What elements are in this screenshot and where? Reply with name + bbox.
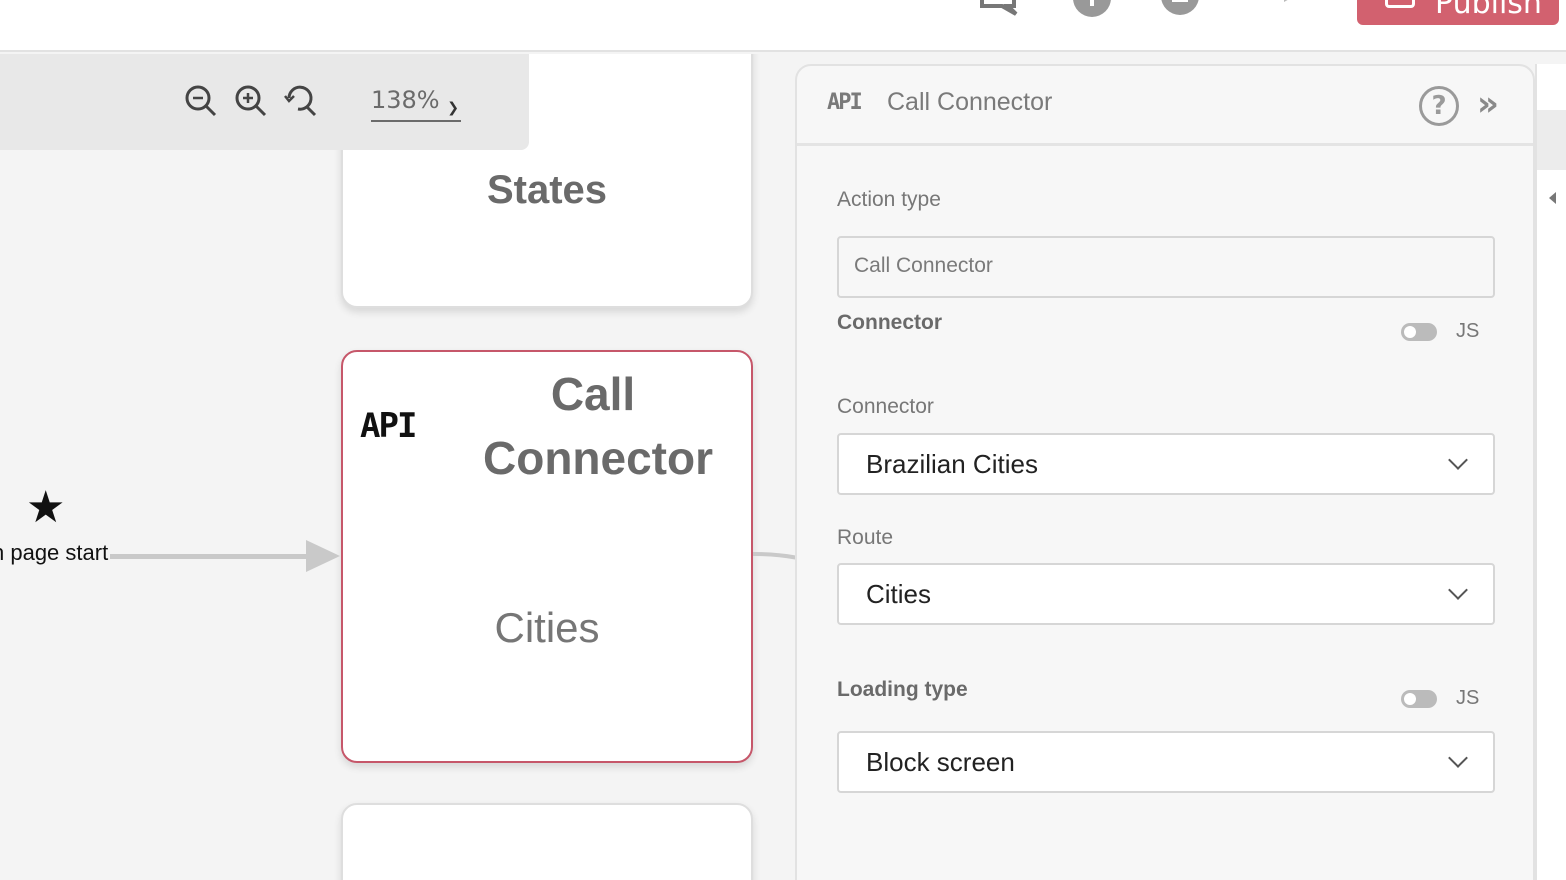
route-label: Route: [837, 526, 894, 549]
zoom-level-value: 138%: [371, 86, 440, 114]
api-icon: API: [827, 90, 863, 115]
top-toolbar: Publish: [0, 0, 1566, 52]
loading-type-select[interactable]: Block screen: [837, 731, 1495, 793]
route-select-value: Cities: [866, 579, 932, 609]
loading-js-toggle[interactable]: [1401, 690, 1437, 708]
comment-icon[interactable]: [980, 0, 1020, 18]
flow-arrow-head: [306, 540, 340, 572]
chevron-down-icon: ❯: [447, 100, 459, 116]
connector-select[interactable]: Brazilian Cities: [837, 433, 1495, 495]
action-type-label: Action type: [837, 188, 941, 211]
flow-node-call-connector[interactable]: API Call Connector Cities: [341, 350, 753, 763]
collapse-panel-icon[interactable]: »: [1477, 84, 1499, 124]
publish-button[interactable]: Publish: [1357, 0, 1559, 25]
star-icon: ★: [26, 482, 66, 533]
info-icon[interactable]: [1072, 0, 1112, 18]
connector-js-toggle[interactable]: [1401, 323, 1437, 341]
flow-canvas[interactable]: States API Call Connector Cities ★ n pag…: [0, 54, 795, 880]
flow-connector-line: [110, 554, 310, 559]
help-icon[interactable]: ?: [1419, 86, 1459, 126]
loading-js-label: JS: [1456, 687, 1480, 709]
zoom-out-icon[interactable]: [184, 84, 218, 118]
api-icon: API: [360, 406, 417, 446]
zoom-in-icon[interactable]: [234, 84, 268, 118]
chevron-down-icon: [1448, 580, 1468, 600]
stop-icon[interactable]: [1160, 0, 1200, 18]
action-type-field: Call Connector: [837, 236, 1495, 298]
right-sidebar-strip: [1535, 64, 1566, 880]
sidebar-tab[interactable]: [1537, 110, 1566, 170]
node-title: States: [486, 168, 608, 212]
node-title: Call Connector: [483, 362, 713, 490]
start-event-label: n page start: [0, 540, 109, 565]
connector-select-value: Brazilian Cities: [866, 449, 1038, 479]
connector-section-label: Connector: [837, 311, 942, 334]
panel-title: Call Connector: [887, 88, 1053, 116]
route-select[interactable]: Cities: [837, 563, 1495, 625]
flow-connector-curve: [753, 552, 795, 560]
action-type-value: Call Connector: [854, 254, 993, 277]
panel-header: API Call Connector ? »: [797, 66, 1533, 146]
node-subtitle: Cities: [494, 604, 600, 651]
node-title-line1: Call: [550, 368, 636, 420]
expand-caret-icon[interactable]: [1549, 192, 1556, 204]
zoom-toolbar: 138% ❯: [0, 54, 529, 150]
loading-type-label: Loading type: [837, 678, 968, 701]
node-title-line2: Connector: [483, 432, 713, 484]
flow-node-next[interactable]: [341, 803, 753, 880]
zoom-reset-icon[interactable]: [284, 84, 318, 118]
zoom-level-select[interactable]: 138% ❯: [371, 82, 461, 122]
connector-label: Connector: [837, 395, 934, 418]
publish-icon: [1385, 0, 1415, 8]
connector-js-label: JS: [1456, 320, 1480, 342]
toggle-knob: [1404, 326, 1416, 338]
properties-panel: API Call Connector ? » Action type Call …: [795, 64, 1535, 880]
toggle-knob: [1404, 693, 1416, 705]
chevron-down-icon: [1448, 450, 1468, 470]
loading-type-select-value: Block screen: [866, 747, 1015, 777]
play-icon[interactable]: [1276, 0, 1316, 18]
chevron-down-icon: [1448, 748, 1468, 768]
publish-label: Publish: [1435, 0, 1542, 21]
